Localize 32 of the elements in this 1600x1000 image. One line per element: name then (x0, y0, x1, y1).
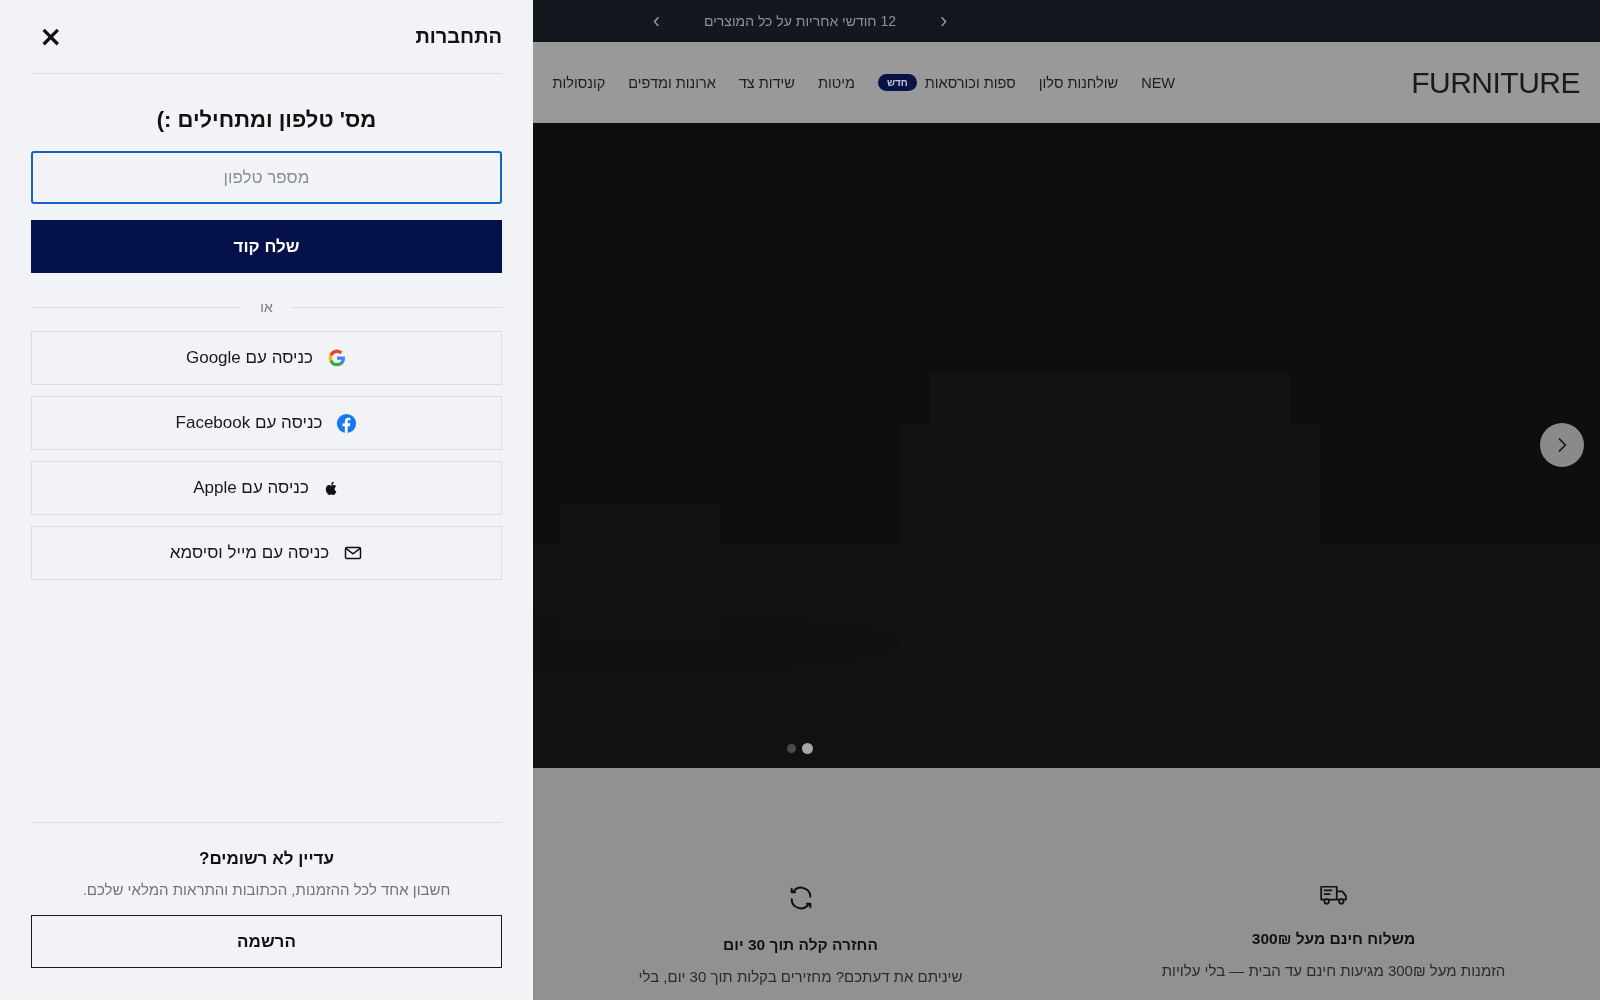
feature-title: משלוח חינם מעל 300₪ (1251, 930, 1416, 948)
new-badge: חדש (877, 74, 917, 91)
nav-link[interactable]: ארונות ומדפים (628, 74, 716, 91)
social-login-button[interactable]: כניסה עם Apple (31, 461, 502, 515)
nav-link[interactable]: מיטות (817, 74, 855, 91)
social-login-button[interactable]: כניסה עם Facebook (31, 396, 502, 450)
nav-link[interactable]: קונסולות (552, 74, 606, 91)
announcement-text: 12 חודשי אחריות על כל המוצרים (703, 13, 897, 29)
nav-link[interactable]: שידות צד (738, 74, 795, 91)
login-heading: מס' טלפון ומתחילים :) (155, 107, 378, 133)
facebook-icon (336, 412, 358, 434)
nav-link[interactable]: ספות וכורסאות חדש (877, 74, 1016, 91)
signup-title: עדיין לא רשומים? (198, 849, 335, 869)
drawer-title: התחברות (415, 25, 502, 48)
signup-text: חשבון אחד לכל ההזמנות, הכתובות והתראות המלאי שלכם. (81, 881, 452, 898)
or-separator: או (260, 299, 273, 315)
logo[interactable]: FURNITURE (1175, 65, 1580, 100)
phone-field[interactable]: מספר טלפון (31, 151, 502, 204)
send-code-button[interactable]: שלח קוד (31, 220, 502, 273)
nav-link[interactable]: שולחנות סלון (1038, 74, 1119, 91)
social-login-button[interactable]: כניסה עם Google (31, 331, 502, 385)
close-button[interactable]: × (31, 22, 71, 51)
feature-title: החזרה קלה תוך 30 יום (723, 936, 878, 954)
feature-text: הזמנות מעל 300₪ מגיעות חינם עד הבית — בלי עלויות (1161, 962, 1506, 979)
slide-dot[interactable] (802, 743, 813, 754)
feature-text: שיניתם את דעתכם? מחזירים בקלות תוך 30 יום, בלי (638, 968, 963, 985)
register-button[interactable]: הרשמה (31, 915, 502, 968)
google-g-icon (327, 348, 348, 368)
truck-icon (1318, 884, 1349, 906)
slide-dot[interactable] (787, 744, 796, 753)
social-login-button[interactable]: כניסה עם מייל וסיסמא (31, 526, 502, 580)
nav-link[interactable]: NEW (1141, 74, 1175, 91)
